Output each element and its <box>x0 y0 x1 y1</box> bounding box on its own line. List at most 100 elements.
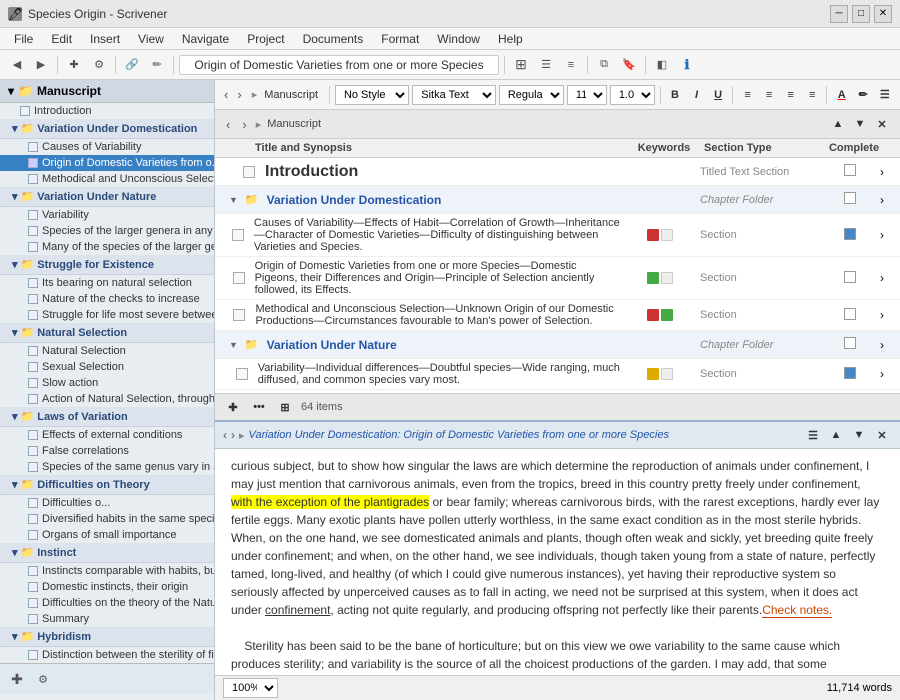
menu-view[interactable]: View <box>130 30 172 48</box>
list-view-btn[interactable]: ☰ <box>535 54 557 76</box>
sidebar-group-hybridism[interactable]: ▾ 📁 Hybridism <box>0 627 214 647</box>
sidebar-item-instincts-comp[interactable]: Instincts comparable with habits, but... <box>0 563 214 579</box>
editor-collapse-btn[interactable]: ▲ <box>826 425 846 445</box>
italic-btn[interactable]: I <box>687 85 706 105</box>
editor-menu-btn[interactable]: ☰ <box>803 425 823 445</box>
sidebar-item-introduction[interactable]: Introduction <box>0 103 214 119</box>
table-row[interactable]: Causes of Variability—Effects of Habit—C… <box>215 214 900 257</box>
sidebar-group-natural-sel[interactable]: ▾ 📁 Natural Selection <box>0 323 214 343</box>
forward-button[interactable]: ▶ <box>30 54 52 76</box>
align-center-btn[interactable]: ≡ <box>760 85 779 105</box>
spacing-select[interactable]: 1.0x <box>610 85 655 105</box>
row-checkbox[interactable] <box>233 309 245 321</box>
binder-back-btn[interactable]: ‹ <box>223 117 233 132</box>
outline-view-btn[interactable]: ≡ <box>560 54 582 76</box>
sidebar-item-nat-sel[interactable]: Natural Selection <box>0 343 214 359</box>
menu-navigate[interactable]: Navigate <box>174 30 237 48</box>
zoom-select[interactable]: 100% <box>223 678 278 698</box>
menu-help[interactable]: Help <box>490 30 531 48</box>
sidebar-item-species-larger[interactable]: Species of the larger genera in any c... <box>0 223 214 239</box>
complete-checkbox[interactable] <box>844 308 856 320</box>
split-btn[interactable]: ⧉ <box>593 54 615 76</box>
sidebar-group-instinct[interactable]: ▾ 📁 Instinct <box>0 543 214 563</box>
editor-fwd-btn[interactable]: › <box>231 428 235 442</box>
minimize-button[interactable]: ─ <box>830 5 848 23</box>
complete-checkbox[interactable] <box>844 192 856 204</box>
style-select[interactable]: No Style <box>335 85 409 105</box>
sidebar-group-var-dom[interactable]: ▾ 📁 Variation Under Domestication <box>0 119 214 139</box>
check-notes-link[interactable]: Check notes. <box>762 603 832 618</box>
sidebar-group-var-nature[interactable]: ▾ 📁 Variation Under Nature <box>0 187 214 207</box>
window-controls[interactable]: ─ □ ✕ <box>830 5 892 23</box>
sidebar-item-external[interactable]: Effects of external conditions <box>0 427 214 443</box>
complete-checkbox[interactable] <box>844 228 856 240</box>
table-row[interactable]: Methodical and Unconscious Selection—Unk… <box>215 300 900 331</box>
maximize-button[interactable]: □ <box>852 5 870 23</box>
align-justify-btn[interactable]: ≡ <box>803 85 822 105</box>
sidebar-settings-btn[interactable]: ⚙ <box>32 668 54 690</box>
menu-insert[interactable]: Insert <box>82 30 128 48</box>
table-row[interactable]: ▼ 📁 Variation Under Nature Chapter Folde… <box>215 331 900 359</box>
sidebar-item-species-genus[interactable]: Species of the same genus vary in an... <box>0 459 214 475</box>
row-checkbox[interactable] <box>232 229 244 241</box>
align-left-btn[interactable]: ≡ <box>738 85 757 105</box>
complete-checkbox[interactable] <box>844 271 856 283</box>
sidebar-item-causes[interactable]: Causes of Variability <box>0 139 214 155</box>
menu-format[interactable]: Format <box>373 30 427 48</box>
binder-grid-btn[interactable]: ⊞ <box>275 397 295 417</box>
sidebar-item-slow[interactable]: Slow action <box>0 375 214 391</box>
weight-select[interactable]: Regular <box>499 85 564 105</box>
link-button[interactable]: 🔗 <box>121 54 143 76</box>
bookmark-btn[interactable]: 🔖 <box>618 54 640 76</box>
sidebar-item-action-nat[interactable]: Action of Natural Selection, through ... <box>0 391 214 407</box>
edit-button[interactable]: ✏ <box>146 54 168 76</box>
sidebar-item-variability[interactable]: Variability <box>0 207 214 223</box>
binder-collapse-btn[interactable]: ▲ <box>828 114 848 134</box>
binder-close-btn[interactable]: ✕ <box>872 114 892 134</box>
sidebar-item-bearing[interactable]: Its bearing on natural selection <box>0 275 214 291</box>
table-row[interactable]: Variability—Individual differences—Doubt… <box>215 359 900 390</box>
info-btn[interactable]: ℹ <box>676 54 698 76</box>
menu-window[interactable]: Window <box>429 30 488 48</box>
sidebar-item-checks[interactable]: Nature of the checks to increase <box>0 291 214 307</box>
panel-left-btn[interactable]: ◧ <box>651 54 673 76</box>
sidebar-item-summary[interactable]: Summary <box>0 611 214 627</box>
sidebar-group-difficulties[interactable]: ▾ 📁 Difficulties on Theory <box>0 475 214 495</box>
align-right-btn[interactable]: ≡ <box>781 85 800 105</box>
table-row[interactable]: ▼ 📁 Variation Under Domestication Chapte… <box>215 186 900 214</box>
binder-expand-btn[interactable]: ▼ <box>850 114 870 134</box>
menu-documents[interactable]: Documents <box>295 30 372 48</box>
add-button[interactable]: ✚ <box>63 54 85 76</box>
row-checkbox[interactable] <box>243 166 255 178</box>
sidebar-item-false-cor[interactable]: False correlations <box>0 443 214 459</box>
sidebar-group-laws-var[interactable]: ▾ 📁 Laws of Variation <box>0 407 214 427</box>
table-row[interactable]: Origin of Domestic Varieties from one or… <box>215 257 900 300</box>
sidebar-item-methodical[interactable]: Methodical and Unconscious Selection <box>0 171 214 187</box>
fmt-nav-fwd[interactable]: › <box>234 87 244 102</box>
editor-close-btn[interactable]: ✕ <box>872 425 892 445</box>
menu-file[interactable]: File <box>6 30 41 48</box>
sidebar-item-distinction-ster[interactable]: Distinction between the sterility of fir… <box>0 647 214 663</box>
row-checkbox[interactable] <box>236 368 248 380</box>
list-btn[interactable]: ☰ <box>876 85 895 105</box>
bold-btn[interactable]: B <box>666 85 685 105</box>
sidebar-item-many-species[interactable]: Many of the species of the larger gen... <box>0 239 214 255</box>
sidebar-group-struggle[interactable]: ▾ 📁 Struggle for Existence <box>0 255 214 275</box>
close-button[interactable]: ✕ <box>874 5 892 23</box>
row-checkbox[interactable] <box>233 272 245 284</box>
binder-menu-btn[interactable]: ••• <box>249 397 269 417</box>
binder-add-btn[interactable]: ✚ <box>223 397 243 417</box>
sidebar-item-diff-doc[interactable]: Difficulties o... <box>0 495 214 511</box>
editor-back-btn[interactable]: ‹ <box>223 428 227 442</box>
grid-view-btn[interactable]: ⊞ <box>510 54 532 76</box>
complete-checkbox[interactable] <box>844 337 856 349</box>
complete-checkbox[interactable] <box>844 367 856 379</box>
sidebar-item-origin-dom[interactable]: Origin of Domestic Varieties from o... <box>0 155 214 171</box>
sidebar-header[interactable]: ▾ 📁 Manuscript <box>0 80 214 103</box>
binder-fwd-btn[interactable]: › <box>239 117 249 132</box>
complete-checkbox[interactable] <box>844 164 856 176</box>
back-button[interactable]: ◀ <box>6 54 28 76</box>
font-select[interactable]: Sitka Text <box>412 85 496 105</box>
text-color-btn[interactable]: A <box>832 85 851 105</box>
sidebar-item-organs[interactable]: Organs of small importance <box>0 527 214 543</box>
